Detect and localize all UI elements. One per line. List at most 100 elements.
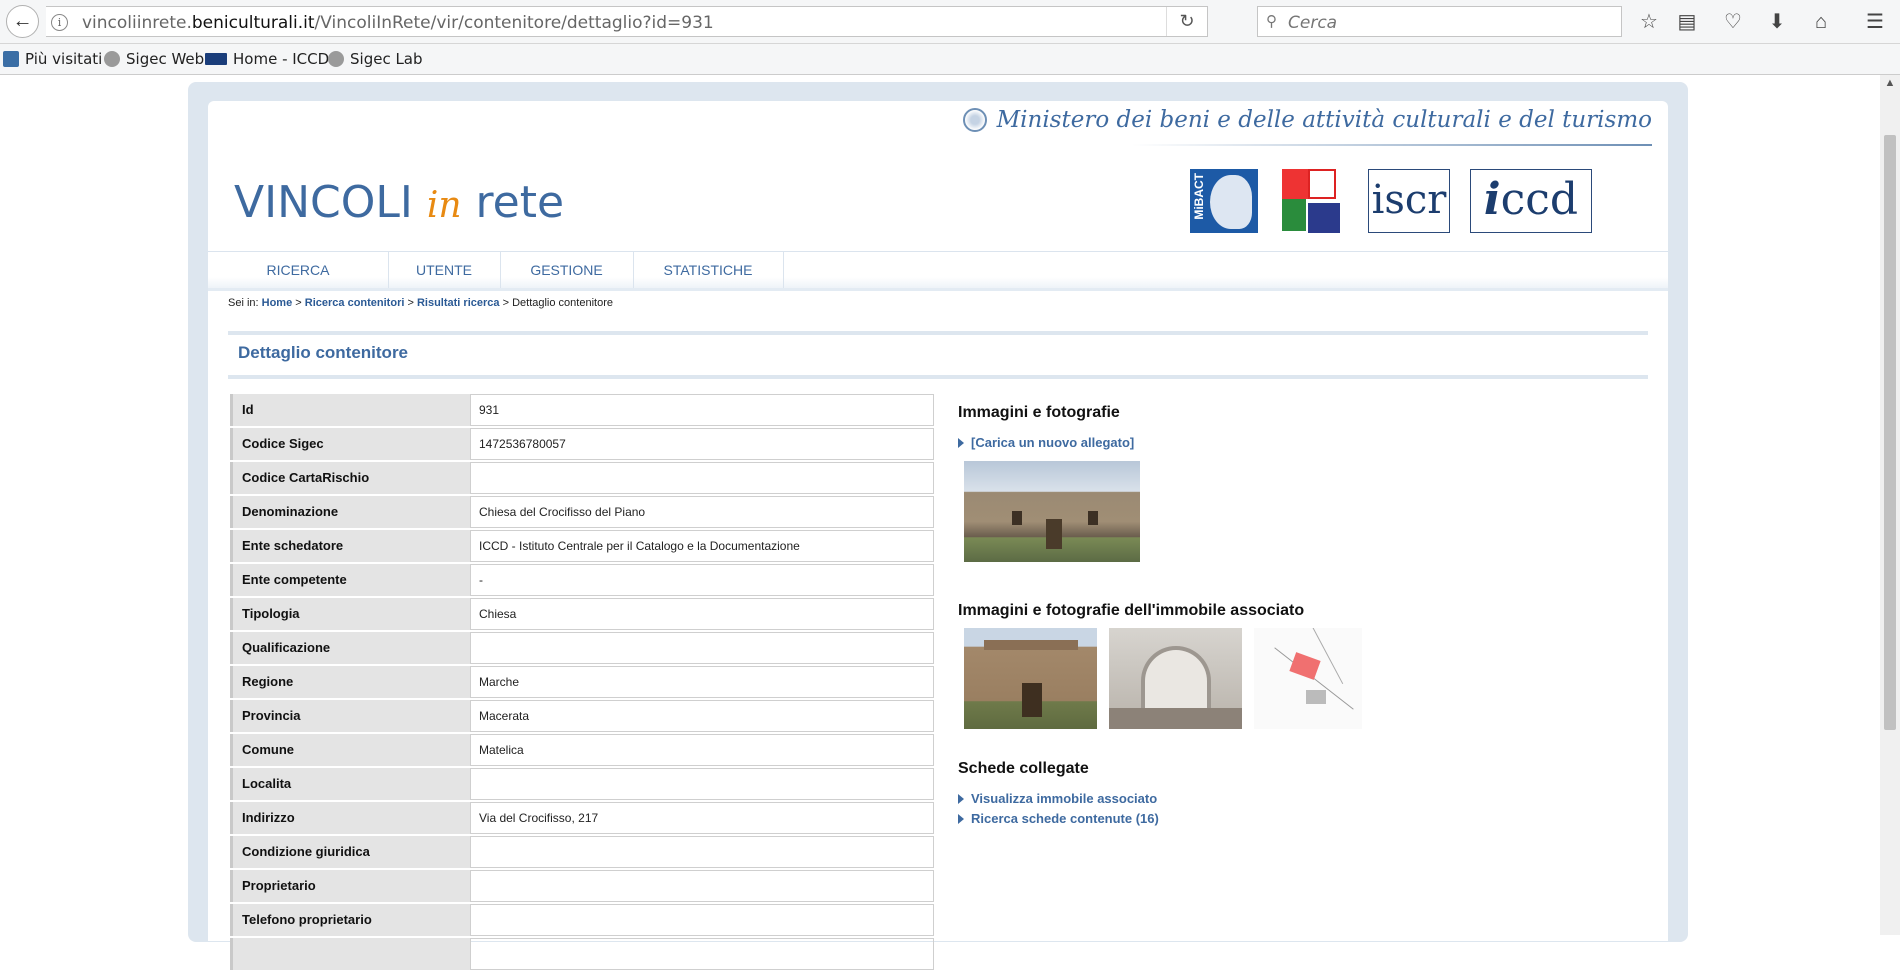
bookmark-piu-visitati[interactable]: Più visitati — [3, 50, 102, 68]
scroll-thumb[interactable] — [1884, 135, 1896, 730]
field-value — [470, 904, 934, 936]
triangle-right-icon — [958, 437, 964, 448]
field-label: Provincia — [230, 700, 470, 732]
back-button[interactable]: ← — [6, 5, 39, 38]
breadcrumb-home[interactable]: Home — [262, 297, 293, 309]
minerva-head-icon — [1210, 175, 1252, 229]
field-label: Ente competente — [230, 564, 470, 596]
associated-photo-gallery — [958, 628, 1658, 729]
home-icon[interactable]: ⌂ — [1808, 9, 1834, 35]
field-value — [470, 938, 934, 970]
reload-button[interactable]: ↻ — [1166, 7, 1207, 36]
table-row: Telefono proprietario — [230, 904, 934, 936]
reading-list-icon[interactable]: ▤ — [1674, 9, 1700, 35]
field-label: Regione — [230, 666, 470, 698]
table-row: Indirizzo Via del Crocifisso, 217 — [230, 802, 934, 834]
nav-ricerca[interactable]: RICERCA — [208, 252, 389, 288]
table-row: Ente schedatore ICCD - Istituto Centrale … — [230, 530, 934, 562]
field-label: Qualificazione — [230, 632, 470, 664]
images-heading: Immagini e fotografie — [958, 404, 1120, 421]
field-value: Chiesa del Crocifisso del Piano — [470, 496, 934, 528]
field-label: Comune — [230, 734, 470, 766]
scroll-up-arrow-icon[interactable]: ▲ — [1880, 77, 1900, 93]
ministry-underline — [1132, 144, 1652, 146]
field-label: Localita — [230, 768, 470, 800]
info-icon[interactable]: i — [51, 14, 68, 31]
table-row: Qualificazione — [230, 632, 934, 664]
table-row: Comune Matelica — [230, 734, 934, 766]
table-row: Denominazione Chiesa del Crocifisso del P… — [230, 496, 934, 528]
reload-icon: ↻ — [1179, 11, 1195, 31]
address-bar[interactable]: i vincoliinrete.beniculturali.it/Vincoli… — [46, 6, 1208, 37]
field-value: Marche — [470, 666, 934, 698]
church-photo-thumbnail[interactable] — [964, 461, 1140, 562]
pocket-icon[interactable]: ♡ — [1720, 9, 1746, 35]
bookmark-sigec-lab[interactable]: Sigec Lab — [328, 50, 423, 68]
search-contained-records-link[interactable]: Ricerca schede contenute (16) — [958, 811, 1159, 826]
bookmarks-bar: Più visitati Sigec Web Home - ICCD Sigec… — [0, 44, 1900, 75]
download-icon[interactable]: ⬇ — [1764, 9, 1790, 35]
iccd-logo[interactable]: iccd — [1470, 169, 1592, 233]
triangle-right-icon — [958, 813, 964, 824]
table-row: Regione Marche — [230, 666, 934, 698]
table-row: Provincia Macerata — [230, 700, 934, 732]
field-label: Codice CartaRischio — [230, 462, 470, 494]
site-title[interactable]: VINCOLI in rete — [234, 177, 564, 228]
browser-toolbar: ← i vincoliinrete.beniculturali.it/Vinco… — [0, 0, 1900, 44]
iscr-logo[interactable]: iscr — [1368, 169, 1450, 233]
field-value: Macerata — [470, 700, 934, 732]
field-value — [470, 870, 934, 902]
breadcrumb-risultati-ricerca[interactable]: Risultati ricerca — [417, 297, 500, 309]
table-row: Codice Sigec 1472536780057 — [230, 428, 934, 460]
star-icon[interactable]: ☆ — [1636, 9, 1662, 35]
globe-icon — [328, 51, 344, 67]
details-table: Id 931 Codice Sigec 1472536780057 Codice C… — [230, 394, 934, 972]
url-text[interactable]: vincoliinrete.beniculturali.it/VincoliIn… — [82, 13, 714, 33]
associated-images-heading: Immagini e fotografie dell'immobile asso… — [958, 602, 1305, 619]
field-label: Telefono proprietario — [230, 904, 470, 936]
menu-icon[interactable]: ☰ — [1862, 9, 1888, 35]
upload-attachment-link[interactable]: [Carica un nuovo allegato] — [958, 435, 1134, 450]
table-row: Ente competente - — [230, 564, 934, 596]
browser-search-box[interactable]: ⚲ — [1257, 6, 1622, 37]
field-value: ICCD - Istituto Centrale per il Catalogo… — [470, 530, 934, 562]
page-title: Dettaglio contenitore — [238, 343, 409, 362]
interior-photo-thumbnail[interactable] — [1109, 628, 1242, 729]
arrow-left-icon: ← — [12, 10, 33, 32]
breadcrumb: Sei in: Home > Ricerca contenitori > Ris… — [228, 297, 613, 309]
iccd-favicon-icon — [205, 53, 227, 65]
field-value: 1472536780057 — [470, 428, 934, 460]
field-value: - — [470, 564, 934, 596]
bap-logo[interactable] — [1278, 169, 1348, 233]
search-icon: ⚲ — [1266, 13, 1277, 30]
nav-utente[interactable]: UTENTE — [388, 252, 501, 288]
field-label: Id — [230, 394, 470, 426]
field-value: Chiesa — [470, 598, 934, 630]
table-row: Proprietario — [230, 870, 934, 902]
bookmark-home-iccd[interactable]: Home - ICCD — [205, 50, 329, 68]
table-row: Localita — [230, 768, 934, 800]
field-value: 931 — [470, 394, 934, 426]
field-value: Matelica — [470, 734, 934, 766]
map-thumbnail[interactable] — [1254, 628, 1362, 729]
most-visited-icon — [3, 51, 19, 67]
field-label: Ente schedatore — [230, 530, 470, 562]
view-associated-building-link[interactable]: Visualizza immobile associato — [958, 791, 1157, 806]
breadcrumb-current: Dettaglio contenitore — [512, 297, 613, 309]
linked-records-heading: Schede collegate — [958, 760, 1089, 777]
field-label: Indirizzo — [230, 802, 470, 834]
field-value — [470, 632, 934, 664]
field-label: Condizione giuridica — [230, 836, 470, 868]
breadcrumb-ricerca-contenitori[interactable]: Ricerca contenitori — [305, 297, 405, 309]
browser-search-input[interactable] — [1286, 11, 1610, 34]
page-scrollbar[interactable]: ▲ — [1880, 75, 1900, 935]
main-nav: RICERCA UTENTE GESTIONE STATISTICHE — [208, 251, 1668, 291]
facade-photo-thumbnail[interactable] — [964, 628, 1097, 729]
nav-statistiche[interactable]: STATISTICHE — [633, 252, 784, 288]
field-value: Via del Crocifisso, 217 — [470, 802, 934, 834]
bookmark-sigec-web[interactable]: Sigec Web — [104, 50, 204, 68]
nav-gestione[interactable]: GESTIONE — [500, 252, 634, 288]
field-label: Tipologia — [230, 598, 470, 630]
mibact-logo[interactable]: MiBACT — [1190, 169, 1258, 233]
field-label: Codice Sigec — [230, 428, 470, 460]
